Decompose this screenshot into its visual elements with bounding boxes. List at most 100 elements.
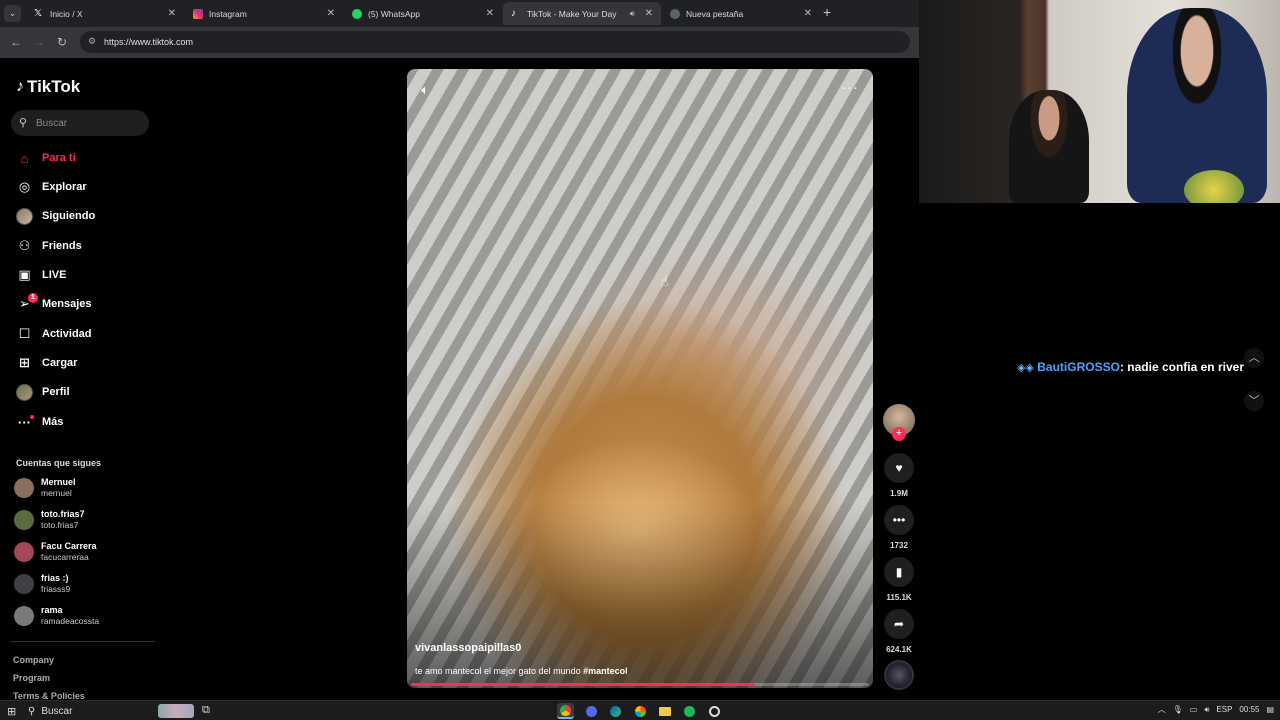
heart-icon: ♥ <box>895 461 903 475</box>
tab-tiktok[interactable]: ♪ TikTok - Make Your Day 🔊︎ ✕ <box>503 2 661 25</box>
tiktok-logo[interactable]: ♪ TikTok <box>16 77 80 97</box>
search-box[interactable]: ⚲ <box>11 110 149 136</box>
reload-icon[interactable]: ↻ <box>57 35 67 49</box>
account-name: Mernuel <box>41 477 76 487</box>
nav-mensajes[interactable]: ➢ 1 Mensajes <box>16 292 92 315</box>
video-progress-bar[interactable] <box>411 683 869 686</box>
site-info-icon[interactable]: ⚙ <box>88 36 96 47</box>
tab-title: Instagram <box>209 8 247 19</box>
hand-cursor-icon: ☝ <box>660 273 669 289</box>
tab-x[interactable]: 𝕏 Inicio / X ✕ <box>26 2 184 25</box>
tab-instagram[interactable]: Instagram ✕ <box>185 2 343 25</box>
home-icon: ⌂ <box>20 150 29 166</box>
nav-perfil[interactable]: Perfil <box>16 381 70 403</box>
footer-company[interactable]: Company <box>13 655 54 665</box>
close-icon[interactable]: ✕ <box>645 8 653 19</box>
windows-start-icon[interactable]: ⊞ <box>7 705 16 718</box>
following-accounts-title: Cuentas que sigues <box>16 458 102 468</box>
nav-label: Siguiendo <box>42 210 96 222</box>
nav-label: Más <box>42 416 64 428</box>
video-author[interactable]: vivanlassopaipillas0 <box>415 642 521 654</box>
account-item[interactable]: frias :) friasss9 <box>14 570 70 598</box>
music-disc[interactable] <box>884 660 914 690</box>
scroll-down-button[interactable]: ﹀ <box>1244 391 1264 411</box>
browser-toolbar: ← → ↻ ⚙ https://www.tiktok.com <box>0 27 919 58</box>
nav-label: Actividad <box>42 328 92 340</box>
nav-live[interactable]: ▣ LIVE <box>16 264 66 286</box>
share-button[interactable]: ➦ <box>884 609 914 639</box>
video-actions: + ♥ 1.9M ••• 1732 ▮ 115.1K ➦ 624.1K <box>880 402 918 692</box>
nav-label: Para ti <box>42 152 76 164</box>
streamer-person-left <box>1009 90 1089 203</box>
obs-taskbar-icon[interactable] <box>706 703 723 719</box>
volume-icon[interactable]: 🔈︎ <box>421 82 429 98</box>
widget-thumbnail[interactable] <box>158 704 194 718</box>
footer-program[interactable]: Program <box>13 673 50 683</box>
chrome-taskbar-icon[interactable] <box>557 703 574 719</box>
tab-whatsapp[interactable]: (5) WhatsApp ✕ <box>344 2 502 25</box>
follow-button[interactable]: + <box>892 427 906 441</box>
nav-cargar[interactable]: ⊞ Cargar <box>16 352 77 374</box>
account-item[interactable]: Facu Carrera facucarreraa <box>14 538 97 566</box>
nav-friends[interactable]: ⚇ Friends <box>16 235 82 257</box>
spotify-taskbar-icon[interactable] <box>681 703 698 719</box>
volume-icon[interactable]: 🔊︎ <box>1204 705 1209 715</box>
nav-siguiendo[interactable]: Siguiendo <box>16 205 95 227</box>
file-explorer-taskbar-icon[interactable] <box>656 703 673 719</box>
close-icon[interactable]: ✕ <box>168 8 176 19</box>
comment-button[interactable]: ••• <box>884 505 914 535</box>
nav-label: Friends <box>42 240 82 252</box>
ball <box>1184 170 1244 203</box>
chevron-down-icon: ⌄ <box>8 8 17 18</box>
chevron-up-icon[interactable]: ︿ <box>1158 704 1166 715</box>
nav-label: LIVE <box>42 269 67 281</box>
account-item[interactable]: toto.frias7 toto.frias7 <box>14 506 85 534</box>
microphone-icon[interactable]: 🎙︎ <box>1173 705 1183 714</box>
close-icon[interactable]: ✕ <box>804 8 812 19</box>
language-indicator[interactable]: ESP <box>1216 705 1232 714</box>
notification-icon[interactable]: ▤ <box>1266 705 1274 714</box>
screen: ⌄ 𝕏 Inicio / X ✕ Instagram ✕ (5) WhatsAp… <box>0 0 1280 720</box>
nav-label: Explorar <box>42 181 87 193</box>
share-count: 624.1K <box>886 645 912 654</box>
photos-taskbar-icon[interactable] <box>632 703 649 719</box>
account-item[interactable]: Mernuel mernuel <box>14 474 76 502</box>
close-icon[interactable]: ✕ <box>327 8 335 19</box>
search-icon: ⚲ <box>19 117 28 129</box>
discord-taskbar-icon[interactable] <box>583 703 600 719</box>
notification-dot <box>30 414 34 419</box>
tab-search-button[interactable]: ⌄ <box>4 5 21 22</box>
edge-taskbar-icon[interactable] <box>607 703 624 719</box>
like-button[interactable]: ♥ <box>884 453 914 483</box>
more-options-icon[interactable]: ··· <box>841 79 859 96</box>
account-username: toto.frias7 <box>41 520 79 530</box>
task-view-icon[interactable]: ⧉ <box>202 704 210 717</box>
address-bar[interactable]: ⚙ https://www.tiktok.com <box>80 31 910 53</box>
tab-new[interactable]: Nueva pestaña ✕ <box>662 2 820 25</box>
video-player[interactable]: 🔈︎ ··· vivanlassopaipillas0 te amo mante… <box>407 69 873 688</box>
clock[interactable]: 00:55 <box>1239 705 1259 714</box>
account-name: frias :) <box>41 573 69 583</box>
account-item[interactable]: rama ramadeacossta <box>14 602 99 630</box>
nav-para-ti[interactable]: ⌂ Para ti <box>16 147 76 169</box>
taskbar-search[interactable]: ⚲ Buscar <box>28 703 153 719</box>
speaker-icon[interactable]: 🔊︎ <box>630 9 635 19</box>
network-icon[interactable]: ▭ <box>1190 705 1198 714</box>
nav-actividad[interactable]: ☐ Actividad <box>16 323 92 345</box>
back-arrow-icon[interactable]: ← <box>10 35 22 49</box>
x-logo-icon: 𝕏 <box>34 7 43 19</box>
search-input[interactable] <box>36 115 141 131</box>
nav-explorar[interactable]: ◎ Explorar <box>16 176 87 198</box>
forward-arrow-icon[interactable]: → <box>33 35 45 49</box>
comment-icon: ••• <box>892 513 906 527</box>
system-tray: ︿ 🎙︎ ▭ 🔊︎ ESP 00:55 ▤ <box>1151 704 1274 715</box>
scroll-up-button[interactable]: ︿ <box>1244 348 1264 368</box>
tab-title: (5) WhatsApp <box>368 8 420 19</box>
close-icon[interactable]: ✕ <box>486 8 494 19</box>
nav-mas[interactable]: ··· Más <box>16 411 63 433</box>
caption-hashtag[interactable]: #mantecol <box>583 666 628 676</box>
sidebar: ♪ TikTok ⚲ ⌂ Para ti ◎ Explorar Siguiend… <box>0 58 160 702</box>
save-button[interactable]: ▮ <box>884 557 914 587</box>
new-tab-button[interactable]: + <box>823 4 831 20</box>
tab-title: Inicio / X <box>50 8 83 19</box>
